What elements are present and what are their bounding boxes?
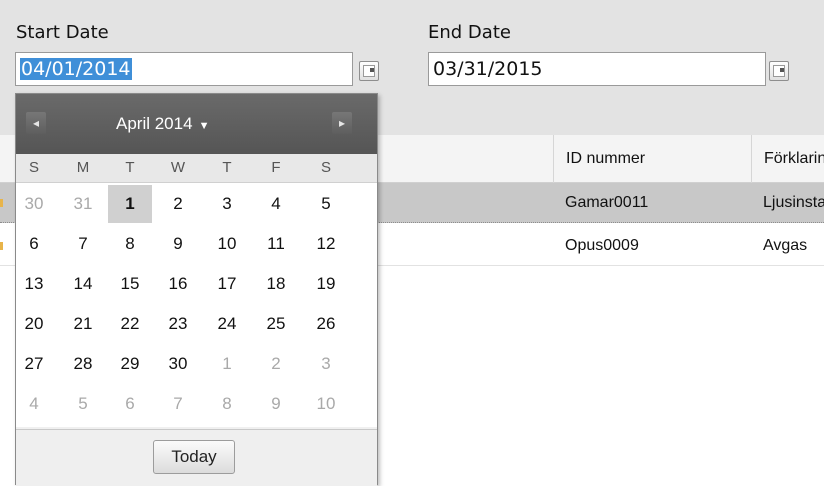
caret-down-icon: ▼ xyxy=(198,120,210,132)
calendar-day[interactable]: 3 xyxy=(309,345,343,383)
calendar-day[interactable]: 8 xyxy=(113,225,147,263)
date-picker-header: ◂ April 2014 ▼ ▸ xyxy=(16,94,377,154)
weekday-label: W xyxy=(170,159,186,176)
calendar-day[interactable]: 28 xyxy=(66,345,100,383)
calendar-day[interactable]: 2 xyxy=(259,345,293,383)
weekday-label: T xyxy=(222,159,232,176)
calendar-day[interactable]: 7 xyxy=(66,225,100,263)
start-date-input[interactable]: 04/01/2014 xyxy=(15,52,353,86)
row-indicator xyxy=(0,199,3,207)
column-header-id[interactable]: ID nummer xyxy=(553,135,751,183)
day-grid: 30 31 1 2 3 4 5 6 7 8 9 10 11 12 13 14 15 16 17 18 19 20 21 22 2… xyxy=(16,183,377,427)
end-date-value: 03/31/2015 xyxy=(433,58,543,80)
calendar-day[interactable]: 24 xyxy=(210,305,244,343)
calendar-day[interactable]: 5 xyxy=(309,185,343,223)
calendar-day[interactable]: 31 xyxy=(66,185,100,223)
start-date-value: 04/01/2014 xyxy=(20,58,132,80)
calendar-day[interactable]: 10 xyxy=(210,225,244,263)
calendar-day[interactable]: 19 xyxy=(309,265,343,303)
calendar-day[interactable]: 1 xyxy=(210,345,244,383)
calendar-day[interactable]: 3 xyxy=(210,185,244,223)
weekday-label: S xyxy=(320,159,331,176)
weekday-label: S xyxy=(28,159,39,176)
calendar-day[interactable]: 4 xyxy=(17,385,51,423)
weekday-label: T xyxy=(125,159,135,176)
row-description-cell: Ljusinstallation xyxy=(763,194,824,211)
calendar-day[interactable]: 7 xyxy=(161,385,195,423)
calendar-day[interactable]: 27 xyxy=(17,345,51,383)
calendar-day[interactable]: 6 xyxy=(113,385,147,423)
calendar-day[interactable]: 22 xyxy=(113,305,147,343)
column-header-description[interactable]: Förklaring xyxy=(751,135,824,183)
month-title: April 2014 xyxy=(116,114,193,133)
calendar-day[interactable]: 6 xyxy=(17,225,51,263)
calendar-day[interactable]: 11 xyxy=(259,225,293,263)
calendar-day[interactable]: 30 xyxy=(161,345,195,383)
calendar-day[interactable]: 15 xyxy=(113,265,147,303)
calendar-day[interactable]: 12 xyxy=(309,225,343,263)
date-picker-footer: Today xyxy=(16,429,377,486)
row-id-cell: Opus0009 xyxy=(565,237,639,254)
calendar-day[interactable]: 29 xyxy=(113,345,147,383)
start-date-calendar-icon[interactable] xyxy=(359,61,379,81)
calendar-day[interactable]: 10 xyxy=(309,385,343,423)
end-date-calendar-icon[interactable] xyxy=(769,61,789,81)
today-button[interactable]: Today xyxy=(153,440,235,474)
next-month-icon[interactable]: ▸ xyxy=(332,112,352,134)
calendar-day[interactable]: 21 xyxy=(66,305,100,343)
weekday-header: SMTWTFS xyxy=(16,154,377,183)
calendar-day[interactable]: 4 xyxy=(259,185,293,223)
prev-month-icon[interactable]: ◂ xyxy=(26,112,46,134)
weekday-label: M xyxy=(76,159,90,176)
selected-day[interactable]: 1 xyxy=(108,185,152,223)
month-year-selector[interactable]: April 2014 ▼ xyxy=(116,112,286,136)
calendar-day[interactable]: 16 xyxy=(161,265,195,303)
calendar-day[interactable]: 5 xyxy=(66,385,100,423)
row-id-cell: Gamar0011 xyxy=(565,194,649,211)
calendar-day[interactable]: 23 xyxy=(161,305,195,343)
row-description-cell: Avgas xyxy=(763,237,808,254)
date-picker-popup: ◂ April 2014 ▼ ▸ SMTWTFS 30 31 1 2 3 4 5 6 7 8 9 10 1… xyxy=(15,93,378,486)
calendar-day[interactable]: 9 xyxy=(259,385,293,423)
calendar-day[interactable]: 9 xyxy=(161,225,195,263)
calendar-day[interactable]: 14 xyxy=(66,265,100,303)
calendar-day[interactable]: 17 xyxy=(210,265,244,303)
calendar-day[interactable]: 18 xyxy=(259,265,293,303)
calendar-day[interactable]: 30 xyxy=(17,185,51,223)
calendar-day[interactable]: 20 xyxy=(17,305,51,343)
calendar-day[interactable]: 13 xyxy=(17,265,51,303)
start-date-label: Start Date xyxy=(16,22,109,43)
end-date-input[interactable]: 03/31/2015 xyxy=(428,52,766,86)
end-date-label: End Date xyxy=(428,22,511,43)
calendar-day[interactable]: 26 xyxy=(309,305,343,343)
weekday-label: F xyxy=(271,159,281,176)
calendar-day[interactable]: 8 xyxy=(210,385,244,423)
row-indicator xyxy=(0,242,3,250)
calendar-day[interactable]: 25 xyxy=(259,305,293,343)
calendar-day[interactable]: 2 xyxy=(161,185,195,223)
